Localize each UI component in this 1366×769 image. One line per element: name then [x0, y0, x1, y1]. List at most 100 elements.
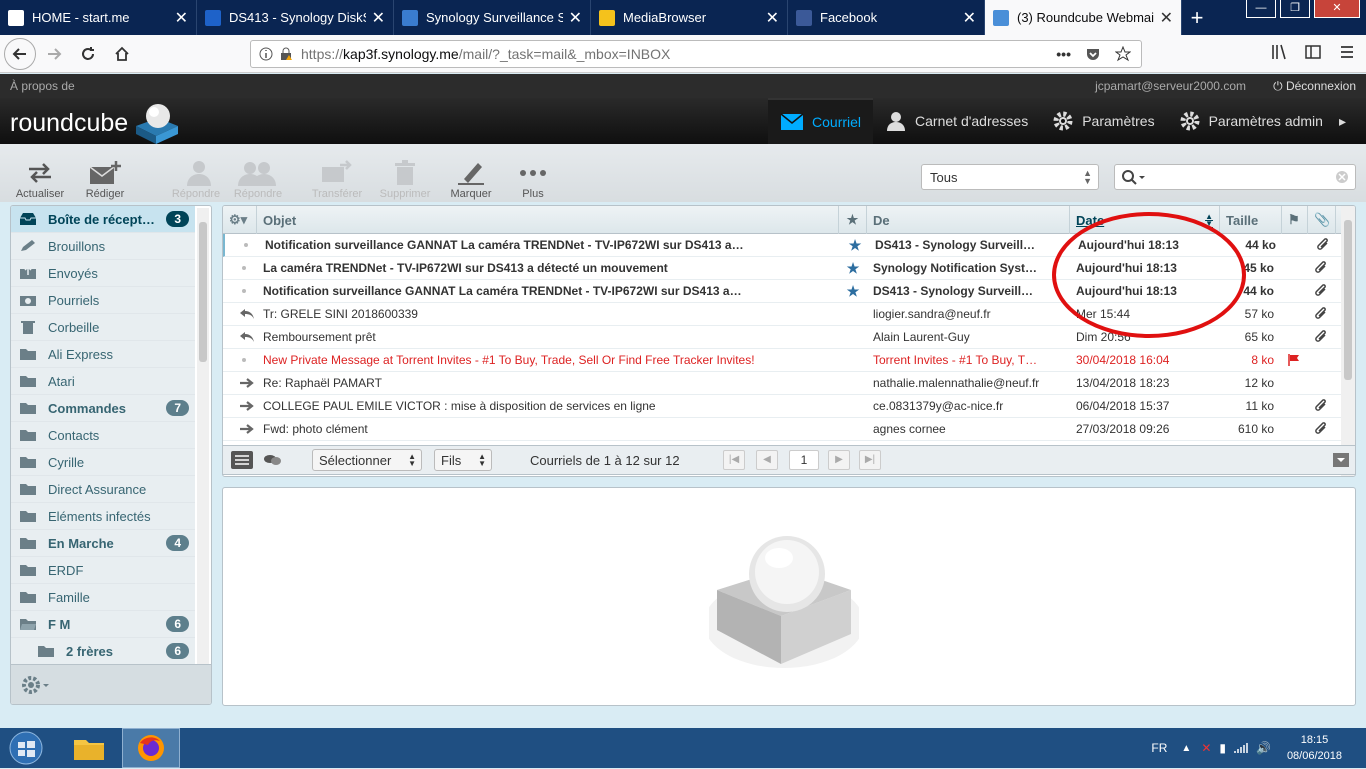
tab-4[interactable]: MediaBrowser ✕ — [591, 0, 788, 35]
back-button[interactable] — [4, 37, 36, 70]
message-row[interactable]: COLLEGE PAUL EMILE VICTOR : mise à dispo… — [223, 395, 1355, 418]
flag-cell[interactable] — [1282, 326, 1308, 349]
tab-close-icon[interactable]: ✕ — [569, 8, 582, 28]
tray-arrow-icon[interactable]: ▲ — [1181, 743, 1191, 754]
star-cell[interactable]: ★ — [841, 234, 869, 257]
clock[interactable]: 18:15 08/06/2018 — [1287, 732, 1342, 764]
unread-dot-icon[interactable] — [239, 286, 249, 296]
flag-cell[interactable] — [1282, 418, 1308, 441]
tab-close-icon[interactable]: ✕ — [1160, 8, 1173, 28]
firefox-taskbar-button[interactable] — [122, 728, 180, 768]
threads-view-icon[interactable] — [263, 453, 281, 467]
message-subject[interactable]: New Private Message at Torrent Invites -… — [257, 349, 839, 372]
search-icon[interactable] — [1121, 169, 1145, 185]
folder-item[interactable]: Corbeille — [11, 314, 195, 341]
folder-item[interactable]: Famille — [11, 584, 195, 611]
roundcube-logo[interactable]: roundcube — [10, 102, 182, 144]
delete-button[interactable]: Supprimer — [375, 158, 435, 200]
message-list-scrollbar[interactable] — [1341, 206, 1355, 476]
task-param-tres[interactable]: Paramètres — [1040, 98, 1166, 144]
clear-search-icon[interactable] — [1335, 170, 1349, 184]
task-carnet-d-adresses[interactable]: Carnet d'adresses — [873, 98, 1040, 144]
message-subject[interactable]: Fwd: photo clément — [257, 418, 839, 441]
star-bookmark-icon[interactable] — [1115, 46, 1131, 62]
message-subject[interactable]: La caméra TRENDNet - TV-IP672WI sur DS41… — [257, 257, 839, 280]
home-button[interactable] — [106, 38, 138, 70]
star-cell[interactable] — [839, 395, 867, 418]
reply-all-button[interactable]: Répondre — [228, 158, 288, 200]
filter-select[interactable]: Tous ▲ ▼ — [921, 164, 1099, 190]
folder-item[interactable]: Boîte de récept… 3 — [11, 206, 195, 233]
tab-close-icon[interactable]: ✕ — [766, 8, 779, 28]
pocket-icon[interactable] — [1085, 46, 1101, 62]
folder-item[interactable]: Direct Assurance — [11, 476, 195, 503]
device-icon[interactable]: ▮ — [1219, 741, 1226, 755]
replied-icon[interactable] — [239, 331, 255, 343]
message-subject[interactable]: Notification surveillance GANNAT La camé… — [257, 280, 839, 303]
speaker-icon[interactable]: 🔊 — [1256, 741, 1271, 755]
prev-page-button[interactable]: ◀ — [756, 450, 778, 470]
explorer-taskbar-button[interactable] — [64, 730, 114, 766]
more-button[interactable]: Plus — [503, 158, 563, 200]
folder-item[interactable]: Envoyés — [11, 260, 195, 287]
logout-button[interactable]: ⏻ Déconnexion — [1273, 74, 1356, 98]
close-window-button[interactable]: ✕ — [1314, 0, 1360, 18]
next-page-button[interactable]: ▶ — [828, 450, 850, 470]
reply-button[interactable]: Répondre — [166, 158, 226, 200]
folder-item[interactable]: ERDF — [11, 557, 195, 584]
library-icon[interactable] — [1270, 43, 1288, 61]
folder-item[interactable]: Eléments infectés — [11, 503, 195, 530]
sidebar-icon[interactable] — [1304, 43, 1322, 61]
select-dropdown[interactable]: Sélectionner ▲ ▼ — [312, 449, 422, 471]
column-flagged[interactable]: ★ — [839, 206, 867, 234]
replied-icon[interactable] — [239, 308, 255, 320]
minimize-button[interactable]: — — [1246, 0, 1276, 18]
forwarded-icon[interactable] — [239, 423, 255, 435]
star-cell[interactable] — [839, 303, 867, 326]
maximize-button[interactable]: ❐ — [1280, 0, 1310, 18]
column-from[interactable]: De — [867, 206, 1070, 234]
scroll-thumb[interactable] — [1344, 220, 1352, 380]
flag-cell[interactable] — [1282, 349, 1308, 372]
tab-1[interactable]: HOME - start.me ✕ — [0, 0, 197, 35]
collapse-preview-icon[interactable] — [1333, 453, 1349, 467]
folder-item[interactable]: En Marche 4 — [11, 530, 195, 557]
task-courriel[interactable]: Courriel — [768, 98, 874, 144]
star-cell[interactable]: ★ — [839, 280, 867, 303]
search-input[interactable] — [1114, 164, 1356, 190]
tab-6[interactable]: (3) Roundcube Webmail : ✕ — [985, 0, 1182, 35]
message-row[interactable]: Fwd: photo clément agnes cornee 27/03/2018… — [223, 418, 1355, 441]
flag-cell[interactable] — [1282, 280, 1308, 303]
last-page-button[interactable]: ▶| — [859, 450, 881, 470]
language-indicator[interactable]: FR — [1151, 741, 1167, 755]
refresh-button[interactable]: Actualiser — [10, 158, 70, 200]
folder-item[interactable]: Brouillons — [11, 233, 195, 260]
column-flag[interactable]: ⚑ — [1282, 206, 1308, 234]
folder-item[interactable]: F M 6 — [11, 611, 195, 638]
tab-2[interactable]: DS413 - Synology DiskStat ✕ — [197, 0, 394, 35]
flag-cell[interactable] — [1282, 372, 1308, 395]
start-button[interactable] — [6, 730, 46, 766]
star-cell[interactable] — [839, 349, 867, 372]
folder-item[interactable]: Contacts — [11, 422, 195, 449]
page-actions-icon[interactable]: ••• — [1056, 46, 1071, 62]
message-subject[interactable]: Re: Raphaël PAMART — [257, 372, 839, 395]
message-subject[interactable]: COLLEGE PAUL EMILE VICTOR : mise à dispo… — [257, 395, 839, 418]
flag-cell[interactable] — [1282, 303, 1308, 326]
tab-close-icon[interactable]: ✕ — [372, 8, 385, 28]
task-menu-more-icon[interactable]: ▸ — [1335, 98, 1350, 144]
star-cell[interactable] — [839, 372, 867, 395]
first-page-button[interactable]: |◀ — [723, 450, 745, 470]
page-number-input[interactable]: 1 — [789, 450, 819, 470]
folder-item[interactable]: Ali Express — [11, 341, 195, 368]
unread-dot-icon[interactable] — [239, 355, 249, 365]
message-subject[interactable]: Tr: GRELE SINI 2018600339 — [257, 303, 839, 326]
star-cell[interactable]: ★ — [839, 257, 867, 280]
column-subject[interactable]: Objet — [257, 206, 839, 234]
folder-scrollbar[interactable] — [197, 208, 209, 664]
message-subject[interactable]: Notification surveillance GANNAT La camé… — [259, 234, 841, 257]
forward-mail-button[interactable]: Transférer — [307, 158, 367, 200]
unread-dot-icon[interactable] — [241, 240, 251, 250]
task-param-tres-admin[interactable]: Paramètres admin — [1167, 98, 1335, 144]
list-options-button[interactable]: ⚙▾ — [223, 206, 257, 234]
